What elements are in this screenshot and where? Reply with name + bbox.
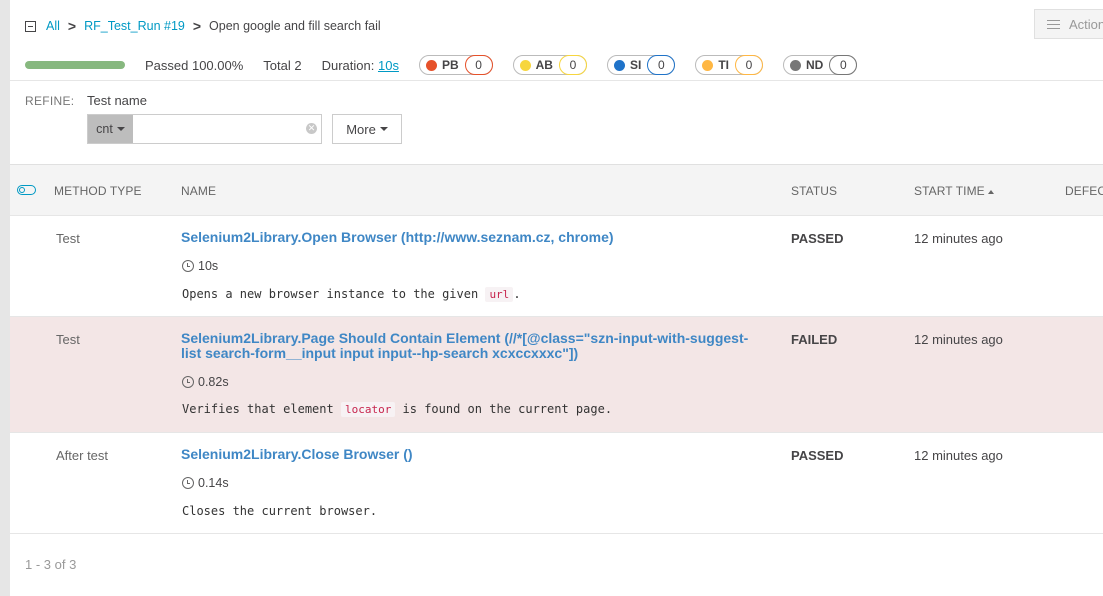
pagination-info: 1 - 3 of 3 bbox=[25, 557, 77, 572]
launch-summary: Passed 100.00% Total 2 Duration: 10s PB 0… bbox=[25, 54, 1103, 76]
passed-percent: Passed 100.00% bbox=[145, 57, 244, 73]
sort-ascending-icon bbox=[987, 189, 994, 194]
column-header-status[interactable]: STATUS bbox=[791, 184, 837, 198]
condition-dropdown[interactable]: cnt bbox=[88, 115, 133, 143]
item-duration: 0.14s bbox=[182, 476, 229, 490]
left-sidebar-strip bbox=[0, 0, 10, 596]
defect-dot-icon bbox=[789, 59, 801, 71]
method-type: Test bbox=[56, 332, 80, 347]
defect-badges: PB 0 AB 0 SI 0 TI 0 ND 0 bbox=[418, 55, 877, 75]
start-time-label: START TIME bbox=[914, 184, 985, 198]
toggle-switch-icon[interactable] bbox=[17, 185, 36, 195]
table-row: Test Selenium2Library.Open Browser (http… bbox=[10, 216, 1103, 317]
defect-count[interactable]: 0 bbox=[647, 55, 676, 75]
chevron-right-icon: > bbox=[67, 18, 77, 34]
duration-value: 10s bbox=[198, 259, 219, 273]
breadcrumb-launch-link[interactable]: RF_Test_Run #19 bbox=[84, 19, 185, 33]
item-duration: 0.82s bbox=[182, 375, 229, 389]
collapse-icon[interactable] bbox=[25, 20, 36, 32]
column-header-start-time[interactable]: START TIME bbox=[914, 184, 994, 198]
status-value: FAILED bbox=[791, 332, 838, 347]
column-header-method-type[interactable]: METHOD TYPE bbox=[54, 184, 142, 198]
item-description: Opens a new browser instance to the give… bbox=[182, 287, 521, 302]
status-value: PASSED bbox=[791, 448, 844, 463]
description-code: url bbox=[485, 287, 514, 302]
defect-dot-icon bbox=[519, 59, 531, 71]
condition-value: cnt bbox=[96, 122, 113, 136]
defect-label: ND bbox=[805, 58, 824, 72]
description-text: Closes the current browser. bbox=[182, 504, 378, 518]
divider bbox=[10, 80, 1103, 81]
caret-down-icon bbox=[116, 127, 125, 131]
refine-label: REFINE: bbox=[25, 94, 75, 108]
chevron-right-icon: > bbox=[192, 18, 202, 34]
test-item-name-link[interactable]: Selenium2Library.Page Should Contain Ele… bbox=[181, 331, 761, 361]
defect-dot-icon bbox=[425, 59, 437, 71]
defect-badge-pb[interactable]: PB 0 bbox=[418, 55, 493, 75]
defect-label: AB bbox=[535, 58, 553, 72]
defect-dot-icon bbox=[613, 59, 625, 71]
defect-badge-ti[interactable]: TI 0 bbox=[695, 55, 763, 75]
item-description: Closes the current browser. bbox=[182, 504, 377, 518]
method-type: Test bbox=[56, 231, 80, 246]
clock-icon bbox=[182, 477, 194, 489]
item-duration: 10s bbox=[182, 259, 218, 273]
defect-dot-icon bbox=[702, 59, 714, 71]
table-header: METHOD TYPE NAME STATUS START TIME DEFEC… bbox=[10, 165, 1103, 216]
description-text: . bbox=[513, 287, 521, 301]
defect-badge-si[interactable]: SI 0 bbox=[606, 55, 676, 75]
menu-icon bbox=[1047, 19, 1060, 29]
caret-down-icon bbox=[379, 127, 388, 131]
breadcrumb: All > RF_Test_Run #19 > Open google and … bbox=[25, 16, 381, 36]
more-filters-button[interactable]: More bbox=[332, 114, 402, 144]
defect-count[interactable]: 0 bbox=[829, 55, 858, 75]
actions-button[interactable]: Actions bbox=[1034, 9, 1103, 39]
start-time-value: 12 minutes ago bbox=[914, 231, 1003, 246]
clear-icon[interactable]: ✕ bbox=[306, 123, 317, 134]
breadcrumb-all-link[interactable]: All bbox=[46, 19, 60, 33]
defect-label: PB bbox=[441, 58, 459, 72]
column-header-name[interactable]: NAME bbox=[181, 184, 216, 198]
column-header-defect-type[interactable]: DEFECT TYPE bbox=[1065, 184, 1103, 198]
actions-label: Actions bbox=[1069, 16, 1103, 32]
defect-badge-ab[interactable]: AB 0 bbox=[512, 55, 587, 75]
progress-fill bbox=[25, 61, 125, 69]
start-time-value: 12 minutes ago bbox=[914, 448, 1003, 463]
defect-count[interactable]: 0 bbox=[734, 55, 763, 75]
description-code: locator bbox=[340, 402, 396, 417]
defect-label: TI bbox=[718, 58, 729, 72]
defect-badge-nd[interactable]: ND 0 bbox=[782, 55, 858, 75]
table-row: Test Selenium2Library.Page Should Contai… bbox=[10, 317, 1103, 433]
pass-rate-progress-bar bbox=[25, 61, 125, 69]
defect-count[interactable]: 0 bbox=[464, 55, 493, 75]
duration-link[interactable]: 10s bbox=[378, 58, 399, 73]
defect-label: SI bbox=[629, 58, 642, 72]
duration-value: 0.82s bbox=[198, 375, 229, 389]
clock-icon bbox=[182, 260, 194, 272]
description-text: Opens a new browser instance to the give… bbox=[182, 287, 486, 301]
breadcrumb-current: Open google and fill search fail bbox=[209, 19, 381, 33]
description-text: Verifies that element bbox=[182, 402, 341, 416]
test-name-filter-label: Test name bbox=[87, 93, 147, 108]
start-time-value: 12 minutes ago bbox=[914, 332, 1003, 347]
main-content: All > RF_Test_Run #19 > Open google and … bbox=[10, 0, 1103, 596]
test-item-name-link[interactable]: Selenium2Library.Close Browser () bbox=[181, 447, 761, 462]
description-text: is found on the current page. bbox=[395, 402, 613, 416]
defect-count[interactable]: 0 bbox=[558, 55, 587, 75]
test-name-input[interactable] bbox=[133, 115, 321, 143]
test-name-filter: cnt ✕ bbox=[87, 114, 322, 144]
duration-label: Duration: bbox=[321, 57, 375, 73]
table-row: After test Selenium2Library.Close Browse… bbox=[10, 433, 1103, 534]
more-label: More bbox=[346, 121, 376, 137]
clock-icon bbox=[182, 376, 194, 388]
test-item-name-link[interactable]: Selenium2Library.Open Browser (http://ww… bbox=[181, 230, 761, 245]
total-count: Total 2 bbox=[263, 57, 302, 73]
status-value: PASSED bbox=[791, 231, 844, 246]
item-description: Verifies that element locator is found o… bbox=[182, 402, 613, 417]
duration-value: 0.14s bbox=[198, 476, 229, 490]
method-type: After test bbox=[56, 448, 109, 463]
duration: Duration: 10s bbox=[322, 58, 399, 73]
